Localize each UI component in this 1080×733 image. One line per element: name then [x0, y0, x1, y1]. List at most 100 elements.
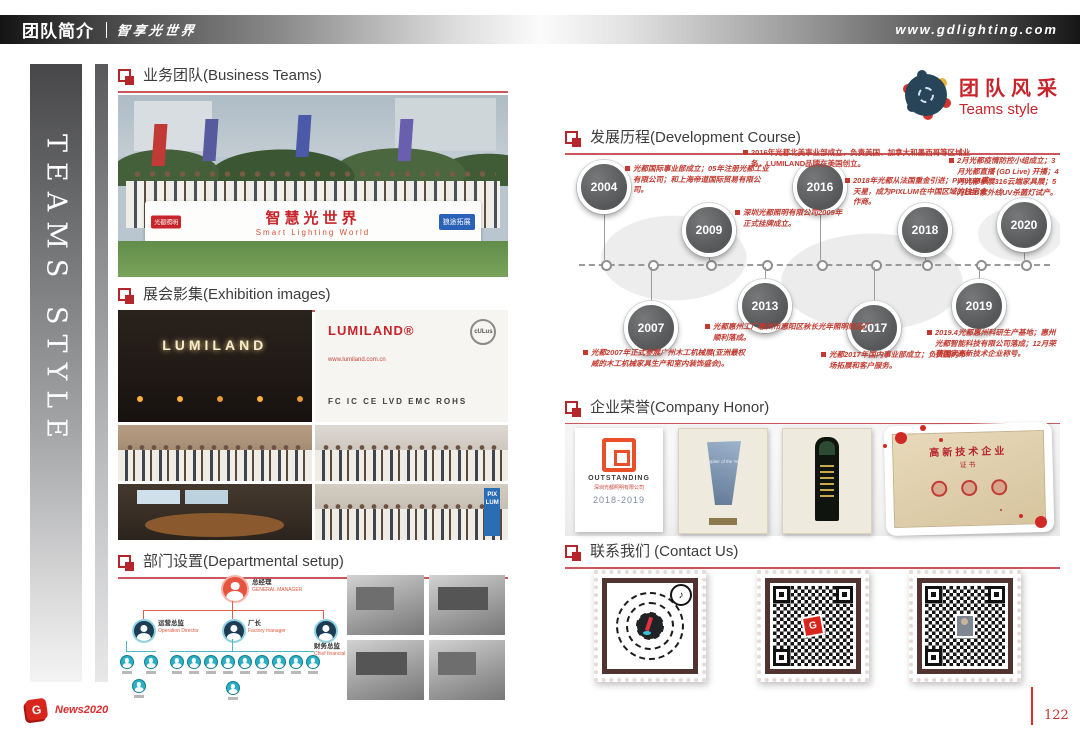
storefront-sign: LUMILAND: [118, 337, 312, 353]
outstanding-award-card: OUTSTANDING 深圳光都照明有限公司 2018-2019: [575, 428, 663, 532]
seal-icon: [961, 480, 977, 496]
sub-dept-node: [204, 655, 218, 674]
cubicles-photo: [347, 640, 424, 700]
page-number: 122: [1044, 708, 1069, 723]
section-square-icon: [118, 288, 134, 304]
qr-finder-icon: [925, 586, 942, 603]
section-title: 发展历程(Development Course): [590, 126, 801, 147]
section-square-icon: [118, 69, 134, 85]
storefront-lights: [137, 396, 143, 402]
section-square-icon: [565, 401, 581, 417]
qr-center-portrait: [955, 614, 975, 638]
bullet-square-icon: [845, 178, 850, 183]
music-note-icon: ♪: [670, 584, 692, 606]
certificate-seals: [894, 478, 1044, 498]
purple-flag: [202, 119, 218, 161]
connector: [143, 610, 323, 611]
decor-dots: [1035, 516, 1047, 528]
crowd: [315, 509, 509, 540]
qr-center-avatar: [637, 613, 663, 639]
year-badge: 2009: [682, 203, 736, 257]
divider: [106, 22, 107, 38]
brand-g-logo: G: [801, 614, 825, 638]
sub-dept-node: [221, 655, 235, 674]
qr-code: G: [773, 586, 853, 666]
stem: [709, 257, 710, 260]
cfo-avatar: [314, 619, 338, 643]
top-bar: 团队简介 智享光世界 www.gdlighting.com: [0, 15, 1080, 44]
teams-style-en: Teams style: [959, 101, 1063, 118]
connector: [323, 610, 324, 619]
booth-brand: LUMILAND®: [328, 323, 414, 338]
connector: [232, 639, 233, 651]
crowd: [118, 450, 312, 481]
stamp-frame: [917, 578, 1013, 674]
axis-node: [871, 260, 882, 271]
axis-node: [706, 260, 717, 271]
news-logo: G News2020: [26, 699, 108, 720]
certificate-paper: 高新技术企业 证书: [892, 430, 1046, 528]
bullet-square-icon: [625, 166, 630, 171]
qr-finder-icon: [988, 586, 1005, 603]
stamp-frame: G: [765, 578, 861, 674]
year-badge: 2020: [997, 198, 1051, 252]
operation-director-label: 运营总监 Operation Director: [158, 620, 210, 634]
page-number-bar: [1031, 687, 1033, 725]
exhibition-collage: LUMILAND LUMILAND® cULus www.lumiland.co…: [118, 310, 508, 540]
factory-manager-avatar: [222, 619, 246, 643]
bullet-square-icon: [583, 350, 588, 355]
banner-right-logo: 狼途拓展: [439, 214, 475, 230]
qr-code: [925, 586, 1005, 666]
general-manager-avatar: [221, 575, 249, 603]
storefront-photo: LUMILAND: [118, 310, 312, 422]
team-heads-row: [130, 168, 497, 180]
qr-finder-icon: [925, 649, 942, 666]
section-header-exhibition: 展会影集(Exhibition images): [118, 283, 508, 312]
g-logo-icon: G: [25, 698, 49, 722]
milestone-2013: 光都惠州工厂惠州市惠阳区秋长光年照明制品厂顺利落成。: [705, 322, 873, 343]
office-photo: [347, 575, 424, 635]
pixlum-sign: PIX LUM: [484, 488, 500, 535]
brochure-page: 团队简介 智享光世界 www.gdlighting.com TEAMS STYL…: [0, 0, 1080, 733]
black-trophy-icon: [815, 437, 839, 521]
sub-dept-node: [272, 655, 286, 674]
axis-node: [648, 260, 659, 271]
outdoor-group-photo: [118, 425, 312, 481]
banner-left-logo: 光都照明: [151, 216, 181, 229]
stem: [874, 267, 875, 301]
bullet-square-icon: [821, 352, 826, 357]
news-brand-text: News2020: [55, 704, 108, 716]
meeting-table: [145, 513, 284, 537]
sub-dept-node: [187, 655, 201, 674]
page-title: 团队简介: [22, 17, 94, 42]
website-url: www.gdlighting.com: [895, 22, 1058, 37]
sub-dept-node: [255, 655, 269, 674]
qr-finder-icon: [773, 586, 790, 603]
connector: [126, 651, 156, 652]
section-header-honor: 企业荣誉(Company Honor): [565, 396, 1060, 425]
section-square-icon: [565, 131, 581, 147]
seal-icon: [931, 481, 947, 497]
sub-dept-node: [289, 655, 303, 674]
axis-node: [601, 260, 612, 271]
bullet-square-icon: [743, 150, 748, 155]
black-trophy-card: [782, 428, 872, 534]
axis-node: [1021, 260, 1032, 271]
axis-node: [817, 260, 828, 271]
teams-style-zh: 团队风采: [959, 72, 1063, 101]
milestone-2007: 光都2007年正式参展广州木工机械展(亚洲最权威的木工机械家具生产和室内装饰盛会…: [583, 348, 749, 369]
douyin-qr-stamp: ♪: [594, 570, 706, 682]
screens: [137, 490, 180, 505]
year-badge: 2004: [577, 160, 631, 214]
stem: [979, 267, 980, 279]
honor-strip: OUTSTANDING 深圳光都照明有限公司 2018-2019 Supplie…: [565, 424, 1060, 536]
brand-slogan: 智享光世界: [116, 20, 199, 39]
sub-dept-node: [120, 655, 134, 674]
connector: [232, 610, 233, 619]
milestone-2019: 2019.4光都惠州科研生产基地；惠州光都智能科技有限公司落成；12月荣获国家高…: [927, 328, 1059, 360]
booth-website: www.lumiland.com.cn: [328, 357, 386, 363]
stem: [651, 267, 652, 301]
milestone-2020: 2月光都疫情防控小组成立；3月光都直播 (GD Live) 开播；4月光都参展3…: [949, 156, 1059, 198]
meeting-room-photo: [118, 484, 312, 540]
round-table-icon: [905, 74, 947, 116]
